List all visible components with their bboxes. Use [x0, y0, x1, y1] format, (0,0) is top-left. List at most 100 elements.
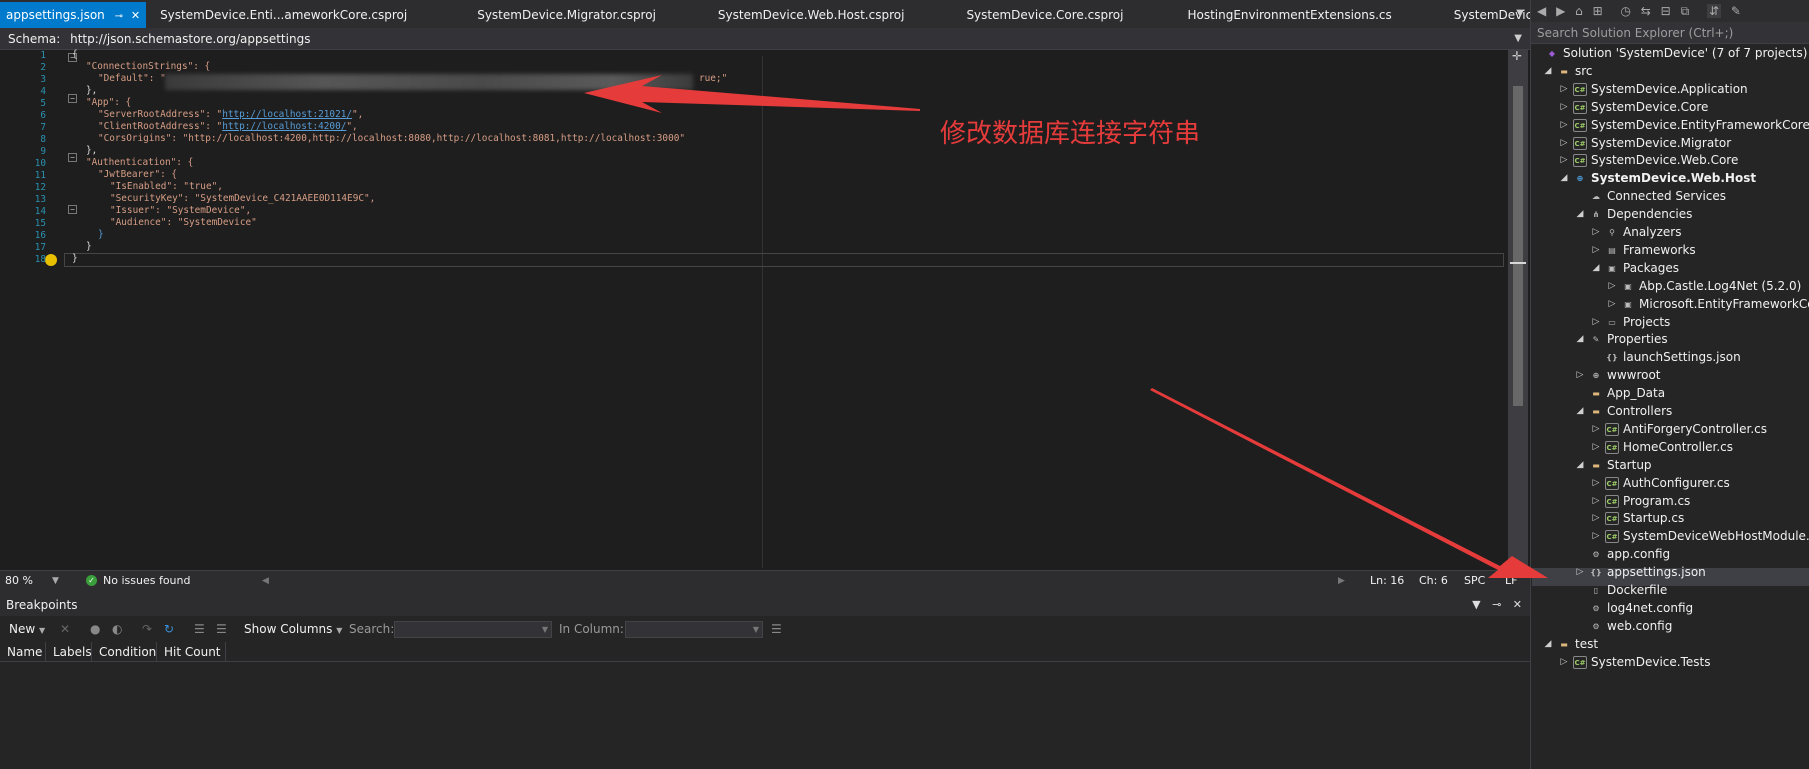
tree-item[interactable]: ▷ ▤ Frameworks — [1531, 241, 1809, 259]
expand-arrow-icon[interactable]: ▷ — [1591, 492, 1601, 510]
show-columns-button[interactable]: Show Columns ▼ — [244, 616, 342, 644]
close-icon[interactable]: ✕ — [1513, 598, 1522, 611]
tab-entityframeworkcore-csproj[interactable]: SystemDevice.Enti...ameworkCore.csproj — [146, 2, 421, 28]
expand-arrow-icon[interactable]: ▷ — [1559, 151, 1569, 169]
split-icon[interactable]: ✛ — [1512, 49, 1522, 63]
tree-item[interactable]: ▷ C# SystemDevice.Web.Core — [1531, 151, 1809, 169]
collapse-all-icon[interactable]: ⊟ — [1661, 4, 1671, 18]
tree-item[interactable]: ▷ ▣ Microsoft.EntityFrameworkCo — [1531, 295, 1809, 313]
collapse-arrow-icon[interactable]: ◢ — [1575, 205, 1585, 223]
chevron-down-icon[interactable]: ▼ — [52, 571, 59, 591]
tree-item[interactable]: ◢ ▬ Controllers — [1531, 402, 1809, 420]
expand-arrow-icon[interactable]: ▷ — [1591, 313, 1601, 331]
home-icon[interactable]: ⌂ — [1575, 4, 1583, 18]
tab-migrator-csproj[interactable]: SystemDevice.Migrator.csproj — [421, 2, 670, 28]
tree-item[interactable]: ⚙ app.config — [1531, 545, 1809, 563]
expand-arrow-icon[interactable]: ▷ — [1575, 366, 1585, 384]
tab-appsettings-json[interactable]: appsettings.json ⊸ ✕ — [0, 2, 147, 28]
lightbulb-icon[interactable] — [45, 254, 57, 266]
column-header-hit-count[interactable]: Hit Count — [157, 642, 226, 662]
tree-item[interactable]: ▷ C# Program.cs — [1531, 492, 1809, 510]
tree-item[interactable]: ◢ ▬ src — [1531, 62, 1809, 80]
tree-item[interactable]: ▷ ⚲ Analyzers — [1531, 223, 1809, 241]
tree-item[interactable]: ▷ {} appsettings.json — [1531, 563, 1809, 581]
pin-icon[interactable]: ⊸ — [115, 11, 123, 22]
refresh-icon[interactable]: ↻ — [164, 616, 174, 642]
collapse-arrow-icon[interactable]: ◢ — [1591, 259, 1601, 277]
expand-arrow-icon[interactable]: ▷ — [1591, 527, 1601, 545]
tree-item[interactable]: ▷ ▣ Abp.Castle.Log4Net (5.2.0) — [1531, 277, 1809, 295]
scrollbar-thumb[interactable] — [1513, 86, 1523, 406]
code-editor[interactable]: − − − − 1 2 3 4 5 6 7 8 9 10 11 12 13 14… — [0, 49, 1508, 570]
tab-overflow-icon[interactable]: ▼ — [1516, 8, 1524, 19]
scroll-left-icon[interactable]: ◀ — [262, 571, 269, 591]
fold-toggle-icon[interactable]: − — [68, 205, 77, 214]
search-combobox[interactable]: ▼ — [394, 621, 552, 638]
wrench-icon[interactable]: ✎ — [1731, 4, 1741, 18]
sync-with-document-icon[interactable]: ⇵ — [1706, 4, 1722, 18]
zoom-level[interactable]: 80 % — [5, 571, 33, 591]
tree-item[interactable]: ▷ ⊕ wwwroot — [1531, 366, 1809, 384]
expand-arrow-icon[interactable]: ▷ — [1559, 80, 1569, 98]
tree-item[interactable]: ▯ Dockerfile — [1531, 581, 1809, 599]
scroll-right-icon[interactable]: ▶ — [1338, 571, 1345, 591]
expand-arrow-icon[interactable]: ▷ — [1559, 116, 1569, 134]
server-root-url-link[interactable]: http://localhost:21021/ — [222, 109, 352, 120]
expand-arrow-icon[interactable]: ▷ — [1575, 563, 1585, 581]
tree-item[interactable]: ◢ ⊕ SystemDevice.Web.Host — [1531, 169, 1809, 187]
expand-arrow-icon[interactable]: ▷ — [1591, 474, 1601, 492]
chevron-down-icon[interactable]: ▼ — [1472, 598, 1480, 611]
show-all-files-icon[interactable]: ⧉ — [1681, 4, 1690, 18]
tree-item[interactable]: ▷ C# SystemDeviceWebHostModule.c — [1531, 527, 1809, 545]
tab-core-csproj[interactable]: SystemDevice.Core.csproj — [918, 2, 1137, 28]
delete-all-icon[interactable]: ● — [90, 616, 100, 642]
tree-item[interactable]: ⚙ web.config — [1531, 617, 1809, 635]
forward-icon[interactable]: ▶ — [1556, 4, 1565, 18]
switch-views-icon[interactable]: ⊞ — [1593, 4, 1603, 18]
tree-item[interactable]: ◢ ⋔ Dependencies — [1531, 205, 1809, 223]
collapse-arrow-icon[interactable]: ◢ — [1543, 635, 1553, 653]
expand-arrow-icon[interactable]: ▷ — [1591, 241, 1601, 259]
tree-item[interactable]: ▷ C# SystemDevice.Tests — [1531, 653, 1809, 671]
tree-item[interactable]: ▷ C# SystemDevice.Core — [1531, 98, 1809, 116]
expand-arrow-icon[interactable]: ▷ — [1559, 134, 1569, 152]
tree-item[interactable]: ◢ ▬ test — [1531, 635, 1809, 653]
tree-item[interactable]: ◢ ▣ Packages — [1531, 259, 1809, 277]
search-solution-explorer-input[interactable]: Search Solution Explorer (Ctrl+;) — [1531, 22, 1809, 44]
collapse-arrow-icon[interactable]: ◢ — [1575, 330, 1585, 348]
fold-toggle-icon[interactable]: − — [68, 153, 77, 162]
client-root-url-link[interactable]: http://localhost:4200/ — [222, 121, 346, 132]
tree-item[interactable]: ◆ Solution 'SystemDevice' (7 of 7 project… — [1531, 44, 1809, 62]
schema-bar[interactable]: Schema: http://json.schemastore.org/apps… — [0, 28, 1530, 50]
in-column-combobox[interactable]: ▼ — [625, 621, 763, 638]
tree-item[interactable]: {} launchSettings.json — [1531, 348, 1809, 366]
tree-item[interactable]: ▷ C# SystemDevice.Application — [1531, 80, 1809, 98]
import-icon[interactable]: ☰ — [194, 616, 205, 642]
pin-icon[interactable]: ⊸ — [1492, 598, 1501, 611]
collapse-arrow-icon[interactable]: ◢ — [1575, 402, 1585, 420]
expand-arrow-icon[interactable]: ▷ — [1559, 653, 1569, 671]
collapse-arrow-icon[interactable]: ◢ — [1543, 62, 1553, 80]
history-icon[interactable]: ◷ — [1620, 4, 1630, 18]
new-breakpoint-button[interactable]: New ▼ — [9, 616, 45, 644]
expand-arrow-icon[interactable]: ▷ — [1607, 277, 1617, 295]
column-header-labels[interactable]: Labels — [46, 642, 92, 662]
expand-arrow-icon[interactable]: ▷ — [1607, 295, 1617, 313]
collapse-arrow-icon[interactable]: ◢ — [1575, 456, 1585, 474]
tree-item[interactable]: ▷ C# AntiForgeryController.cs — [1531, 420, 1809, 438]
tree-item[interactable]: ▷ ▭ Projects — [1531, 313, 1809, 331]
expand-arrow-icon[interactable]: ▷ — [1591, 509, 1601, 527]
expand-arrow-icon[interactable]: ▷ — [1591, 223, 1601, 241]
export-icon[interactable]: ☰ — [216, 616, 227, 642]
column-header-name[interactable]: Name — [0, 642, 46, 662]
close-icon[interactable]: ✕ — [131, 9, 140, 22]
tree-item[interactable]: ▷ C# AuthConfigurer.cs — [1531, 474, 1809, 492]
tab-web-host-csproj[interactable]: SystemDevice.Web.Host.csproj — [670, 2, 919, 28]
tree-item[interactable]: ⚙ log4net.config — [1531, 599, 1809, 617]
sync-icon[interactable]: ⇆ — [1641, 4, 1651, 18]
column-header-condition[interactable]: Condition — [92, 642, 157, 662]
editor-vertical-scrollbar[interactable]: ✛ — [1508, 49, 1528, 570]
delete-icon[interactable]: ✕ — [60, 616, 70, 642]
tree-item[interactable]: ☁ Connected Services — [1531, 187, 1809, 205]
tree-item[interactable]: ▬ App_Data — [1531, 384, 1809, 402]
